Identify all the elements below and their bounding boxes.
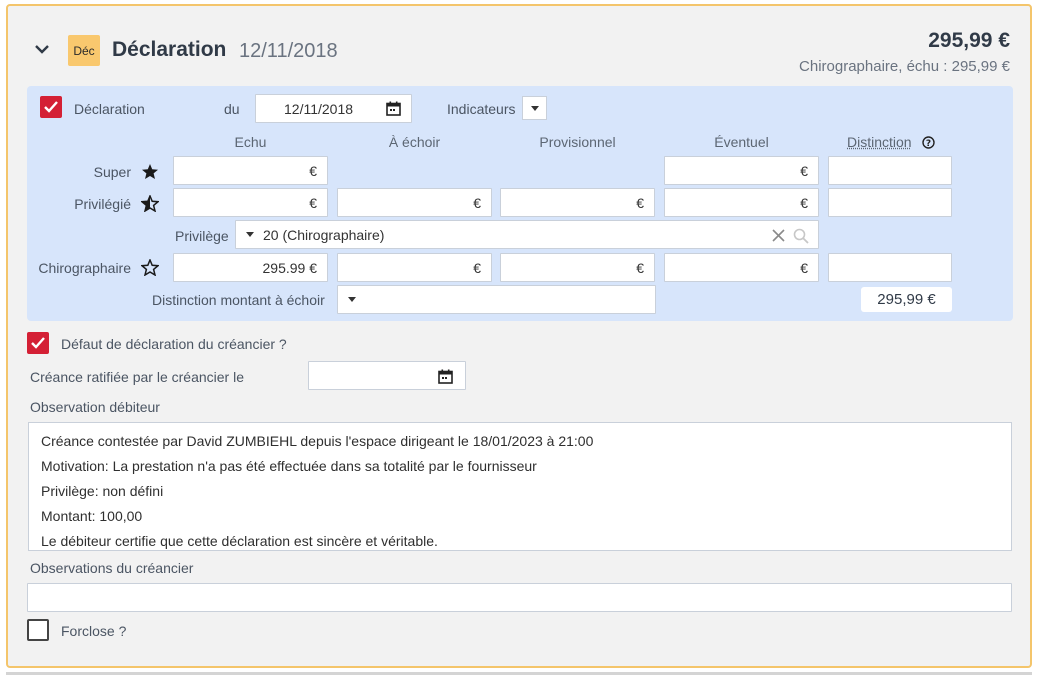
super-echu-input[interactable]: €: [173, 156, 328, 185]
row-label-privilegie: Privilégié: [74, 196, 131, 212]
amount-breakdown: Chirographaire, échu : 295,99 €: [799, 58, 1010, 75]
observations-creancier-label: Observations du créancier: [30, 560, 194, 576]
observation-line: Montant: 100,00: [41, 508, 143, 524]
divider: [6, 672, 1032, 675]
defaut-declaration-label: Défaut de déclaration du créancier ?: [61, 336, 287, 352]
calendar-icon[interactable]: [438, 369, 453, 384]
privilege-value: 20 (Chirographaire): [263, 226, 385, 243]
column-header-provisionnel: Provisionnel: [539, 134, 616, 150]
column-header-echu: Echu: [234, 134, 267, 150]
distinction-montant-label: Distinction montant à échoir: [152, 292, 325, 308]
declaration-checkbox[interactable]: [40, 96, 62, 118]
declaration-label: Déclaration: [74, 101, 145, 117]
indicateurs-label: Indicateurs: [447, 101, 516, 117]
chirographaire-echu-input[interactable]: 295.99 €: [173, 253, 328, 282]
caret-down-icon: [348, 297, 356, 302]
privilegie-eventuel-input[interactable]: €: [664, 188, 819, 217]
declaration-date-value: 12/11/2018: [284, 100, 354, 117]
chirographaire-a-echoir-input[interactable]: €: [337, 253, 492, 282]
clear-icon[interactable]: [772, 229, 785, 242]
star-filled-icon: [142, 164, 158, 179]
column-header-distinction: Distinction: [847, 134, 912, 150]
star-half-icon: [141, 195, 159, 212]
du-label: du: [224, 101, 240, 117]
search-icon[interactable]: [793, 228, 809, 244]
super-eventuel-input[interactable]: €: [664, 156, 819, 185]
privilegie-a-echoir-input[interactable]: €: [337, 188, 492, 217]
observation-debiteur-textarea[interactable]: Créance contestée par David ZUMBIEHL dep…: [28, 422, 1012, 551]
observation-debiteur-label: Observation débiteur: [30, 399, 160, 415]
creance-ratifiee-label: Créance ratifiée par le créancier le: [30, 369, 244, 385]
page-title: Déclaration: [112, 38, 227, 61]
privilege-label: Privilège: [175, 228, 229, 244]
column-header-a-echoir: À échoir: [388, 134, 441, 150]
observation-line: Privilège: non défini: [41, 483, 164, 499]
distinction-total: 295,99 €: [861, 287, 952, 312]
declaration-date-field[interactable]: 12/11/2018: [255, 94, 412, 123]
privilege-select[interactable]: 20 (Chirographaire): [235, 220, 819, 249]
observation-line: Motivation: La prestation n'a pas été ef…: [41, 458, 537, 474]
forclose-checkbox[interactable]: [27, 619, 49, 641]
column-header-eventuel: Éventuel: [714, 134, 769, 150]
total-amount: 295,99 €: [928, 29, 1010, 52]
indicateurs-dropdown[interactable]: [522, 96, 547, 120]
star-outline-icon: [141, 259, 159, 276]
checkmark-icon: [31, 337, 45, 349]
defaut-declaration-checkbox[interactable]: [27, 332, 49, 354]
privilegie-provisionnel-input[interactable]: €: [500, 188, 655, 217]
row-label-chirographaire: Chirographaire: [38, 260, 131, 276]
declaration-badge: Déc: [68, 35, 100, 66]
svg-text:?: ?: [926, 139, 931, 149]
forclose-label: Forclose ?: [61, 623, 127, 639]
observation-line: Le débiteur certifie que cette déclarati…: [41, 533, 438, 549]
title-date: 12/11/2018: [239, 40, 338, 62]
privilegie-distinction-input[interactable]: [828, 188, 952, 217]
chirographaire-eventuel-input[interactable]: €: [664, 253, 819, 282]
calendar-icon[interactable]: [386, 101, 401, 116]
observation-line: Créance contestée par David ZUMBIEHL dep…: [41, 433, 594, 449]
caret-down-icon: [530, 105, 539, 111]
checkmark-icon: [44, 101, 58, 113]
creance-ratifiee-date-field[interactable]: [308, 361, 466, 390]
privilegie-echu-input[interactable]: €: [173, 188, 328, 217]
super-distinction-input[interactable]: [828, 156, 952, 185]
chirographaire-provisionnel-input[interactable]: €: [500, 253, 655, 282]
caret-down-icon: [246, 232, 254, 237]
help-icon[interactable]: ?: [922, 136, 935, 149]
chevron-down-icon[interactable]: [33, 40, 51, 58]
row-label-super: Super: [93, 164, 131, 180]
observations-creancier-input[interactable]: [27, 583, 1012, 612]
distinction-montant-select[interactable]: [337, 285, 656, 314]
chirographaire-distinction-input[interactable]: [828, 253, 952, 282]
